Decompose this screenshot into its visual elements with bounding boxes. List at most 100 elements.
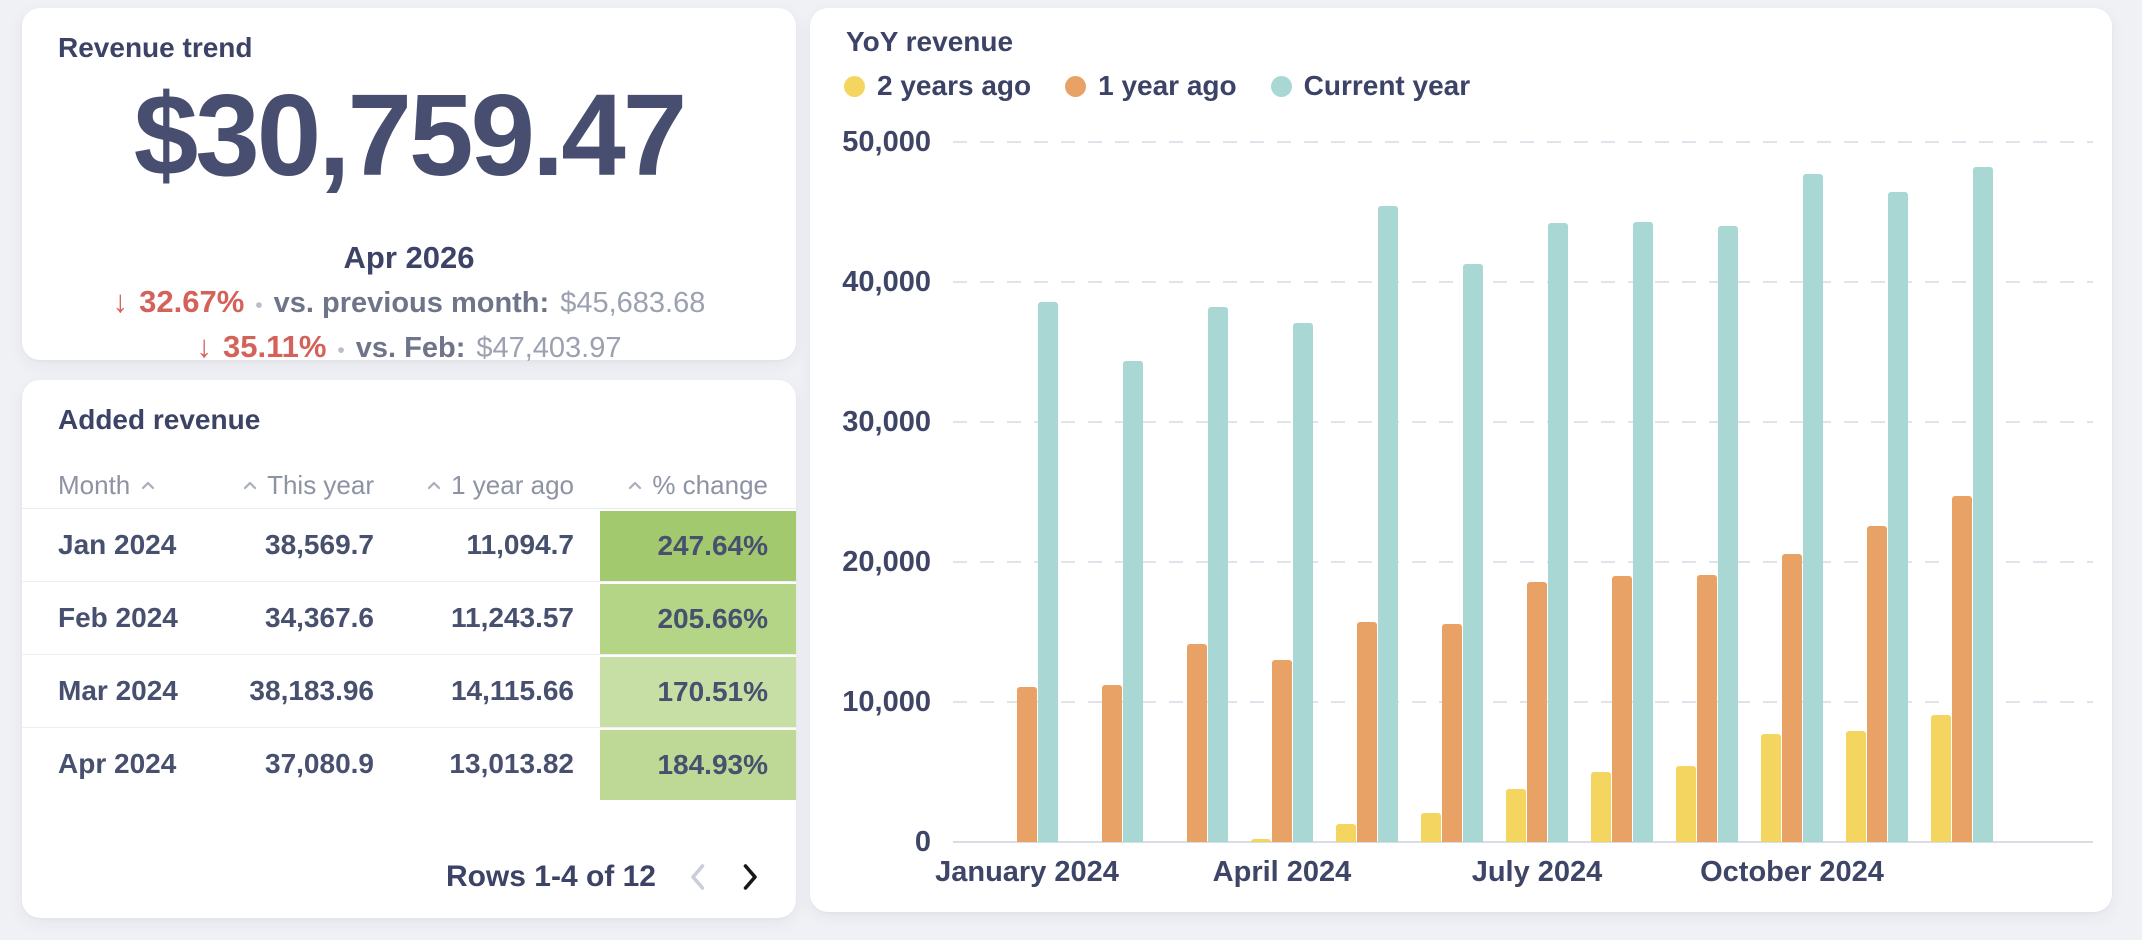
comparison-percent: 32.67%	[139, 284, 244, 320]
cell-this-year: 38,183.96	[222, 675, 374, 707]
cell-this-year: 38,569.7	[222, 529, 374, 561]
yoy-revenue-card: YoY revenue 2 years ago 1 year ago Current…	[810, 8, 2112, 912]
x-axis-tick-label: July 2024	[1407, 856, 1667, 889]
bar-current-year	[1548, 223, 1568, 842]
bar-2-years-ago	[1676, 766, 1696, 842]
bar-1-year-ago	[1187, 644, 1207, 842]
cell-this-year: 34,367.6	[222, 602, 374, 634]
sort-caret-icon	[627, 480, 643, 491]
table-header-row: Month This year 1 year ago % change	[22, 462, 796, 509]
table-row: Apr 202437,080.913,013.82184.93%	[22, 727, 796, 800]
y-axis-tick-label: 30,000	[801, 406, 931, 439]
bar-current-year	[1633, 222, 1653, 842]
bar-1-year-ago	[1102, 685, 1122, 842]
bar-group	[1166, 142, 1228, 842]
bar-1-year-ago	[1442, 624, 1462, 842]
added-revenue-card: Added revenue Month This year 1 year ago % …	[22, 380, 796, 918]
cell-this-year: 37,080.9	[222, 748, 374, 780]
dot-separator: •	[255, 294, 262, 318]
bar-2-years-ago	[1421, 813, 1441, 842]
added-revenue-table: Month This year 1 year ago % change Jan 202…	[22, 462, 796, 800]
legend-dot-icon	[1271, 76, 1292, 97]
bar-group	[1506, 142, 1568, 842]
revenue-trend-title: Revenue trend	[58, 32, 253, 64]
legend-label: Current year	[1304, 70, 1471, 102]
revenue-comparisons: ↓32.67%•vs. previous month:$45,683.68↓35…	[22, 284, 796, 374]
previous-page-button[interactable]	[686, 861, 709, 893]
comparison-label: vs. previous month:	[274, 287, 550, 320]
bar-1-year-ago	[1697, 575, 1717, 842]
column-header-1-year-ago[interactable]: 1 year ago	[374, 470, 600, 501]
y-axis-tick-label: 50,000	[801, 126, 931, 159]
chart-legend: 2 years ago 1 year ago Current year	[844, 70, 1470, 102]
bar-2-years-ago	[1591, 772, 1611, 842]
bar-group	[1251, 142, 1313, 842]
bar-current-year	[1718, 226, 1738, 842]
column-header-this-year[interactable]: This year	[222, 470, 374, 501]
bar-chart-plot: 010,00020,00030,00040,00050,000January 2…	[953, 142, 2093, 842]
bar-2-years-ago	[1761, 734, 1781, 842]
bar-2-years-ago	[1251, 839, 1271, 842]
bar-1-year-ago	[1782, 554, 1802, 842]
legend-dot-icon	[844, 76, 865, 97]
legend-label: 2 years ago	[877, 70, 1031, 102]
table-body: Jan 202438,569.711,094.7247.64%Feb 20243…	[22, 509, 796, 800]
table-row: Jan 202438,569.711,094.7247.64%	[22, 509, 796, 581]
y-axis-tick-label: 20,000	[801, 546, 931, 579]
bar-group	[996, 142, 1058, 842]
table-row: Feb 202434,367.611,243.57205.66%	[22, 581, 796, 654]
bar-1-year-ago	[1017, 687, 1037, 842]
column-header-month[interactable]: Month	[22, 470, 222, 501]
cell-pct-change: 205.66%	[600, 582, 796, 654]
added-revenue-title: Added revenue	[58, 404, 260, 436]
bar-1-year-ago	[1272, 660, 1292, 842]
column-header-label: This year	[267, 470, 374, 501]
comparison-line: ↓32.67%•vs. previous month:$45,683.68	[22, 284, 796, 329]
bar-2-years-ago	[1931, 715, 1951, 842]
bar-group	[1931, 142, 1993, 842]
x-axis-tick-label: January 2024	[897, 856, 1157, 889]
bar-group	[1676, 142, 1738, 842]
sort-caret-icon	[140, 480, 156, 491]
x-axis-tick-label: April 2024	[1152, 856, 1412, 889]
bar-current-year	[1463, 264, 1483, 842]
revenue-period: Apr 2026	[22, 240, 796, 276]
legend-item-current-year[interactable]: Current year	[1271, 70, 1471, 102]
bar-current-year	[1123, 361, 1143, 842]
yoy-revenue-title: YoY revenue	[846, 26, 1013, 58]
legend-item-2-years-ago[interactable]: 2 years ago	[844, 70, 1031, 102]
bar-group	[1081, 142, 1143, 842]
bar-1-year-ago	[1867, 526, 1887, 842]
chevron-left-icon	[686, 861, 709, 893]
column-header-label: 1 year ago	[451, 470, 574, 501]
bar-group	[1846, 142, 1908, 842]
next-page-button[interactable]	[739, 861, 762, 893]
x-axis-tick-label: October 2024	[1662, 856, 1922, 889]
bar-current-year	[1803, 174, 1823, 842]
table-row: Mar 202438,183.9614,115.66170.51%	[22, 654, 796, 727]
pagination-label: Rows 1-4 of 12	[446, 860, 656, 894]
column-header--change[interactable]: % change	[600, 462, 796, 508]
bar-group	[1421, 142, 1483, 842]
sort-caret-icon	[242, 480, 258, 491]
cell-month: Mar 2024	[22, 675, 222, 707]
sort-caret-icon	[426, 480, 442, 491]
y-axis-tick-label: 10,000	[801, 686, 931, 719]
bar-1-year-ago	[1357, 622, 1377, 842]
comparison-percent: 35.11%	[223, 329, 326, 365]
bar-group	[1591, 142, 1653, 842]
column-header-label: Month	[58, 470, 130, 501]
bar-group	[1761, 142, 1823, 842]
bar-current-year	[1208, 307, 1228, 842]
cell-month: Jan 2024	[22, 529, 222, 561]
legend-item-1-year-ago[interactable]: 1 year ago	[1065, 70, 1237, 102]
comparison-line: ↓35.11%•vs. Feb:$47,403.97	[22, 329, 796, 374]
table-pagination: Rows 1-4 of 12	[446, 860, 762, 894]
revenue-trend-card: Revenue trend $30,759.47 Apr 2026 ↓32.67…	[22, 8, 796, 360]
bar-2-years-ago	[1506, 789, 1526, 842]
bar-1-year-ago	[1612, 576, 1632, 842]
down-arrow-icon: ↓	[196, 329, 212, 365]
cell-month: Apr 2024	[22, 748, 222, 780]
revenue-current-value: $30,759.47	[22, 72, 796, 200]
cell-one-year-ago: 11,094.7	[374, 529, 600, 561]
